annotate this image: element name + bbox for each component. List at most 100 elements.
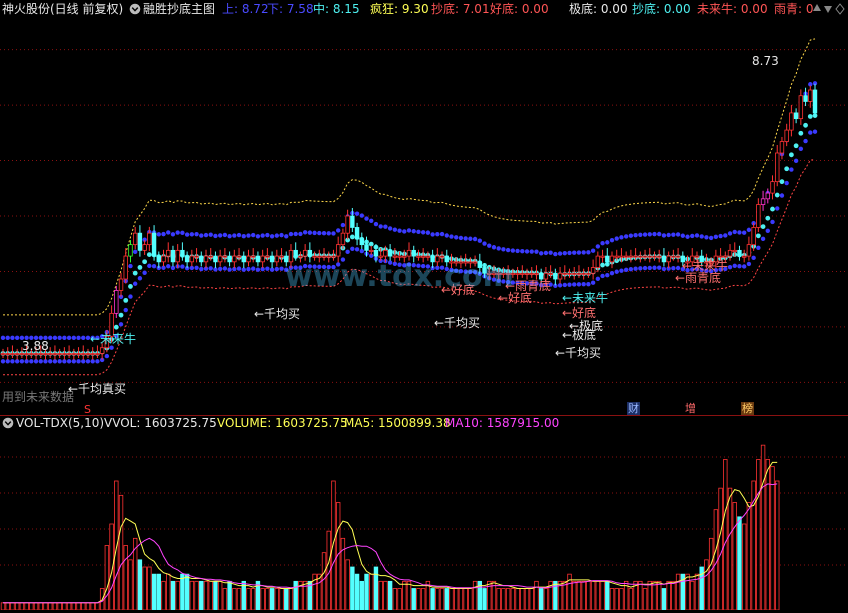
stock-title[interactable]: 神火股份(日线 前复权)	[2, 2, 123, 16]
candlestick-chart[interactable]	[0, 18, 848, 414]
volume-bar	[657, 580, 662, 611]
lower-band-dot	[652, 265, 657, 270]
upper-band-dot	[236, 232, 242, 238]
upper-band-dot	[529, 249, 534, 254]
upper-band-dot	[430, 232, 435, 237]
upper-band-dot	[647, 232, 652, 237]
upper-band-dot	[548, 250, 553, 255]
volume-bar	[236, 588, 242, 611]
main-chart-area[interactable]: 8.73 3.88 用到未来数据 ←千均真买 ←未来牛 ←千均买 ←千均买 ←好…	[0, 18, 848, 416]
volume-bar	[468, 588, 473, 611]
candle-body	[765, 192, 770, 200]
middle-band-dot	[132, 270, 138, 276]
up-arrow-icon[interactable]	[812, 3, 822, 18]
candle-body	[628, 255, 634, 258]
upper-band-dot	[718, 233, 723, 239]
volume-bar	[586, 580, 591, 611]
volume-bar	[232, 588, 237, 611]
volume-bar	[671, 580, 676, 611]
volume-bar	[90, 602, 95, 611]
volume-bar	[605, 580, 610, 611]
upper-band-dot	[477, 238, 483, 243]
tag-bang[interactable]: 榜	[741, 402, 754, 415]
upper-band-dot	[524, 249, 530, 254]
lower-band-dot	[279, 266, 284, 271]
lower-band-dot	[661, 266, 667, 272]
upper-band-dot	[128, 263, 133, 269]
candle-body	[175, 249, 180, 263]
upper-band-dot	[628, 233, 634, 238]
volume-bar	[48, 602, 53, 611]
upper-band-dot	[161, 231, 166, 237]
candle-body	[326, 255, 331, 258]
upper-band-dot	[279, 232, 284, 238]
lower-band-dot	[756, 245, 761, 250]
candle-body	[623, 255, 629, 258]
candle-body	[213, 255, 218, 263]
candle-body	[572, 272, 577, 275]
volume-bar	[775, 480, 780, 611]
volume-bar	[350, 566, 355, 611]
upper-band-dot	[576, 250, 582, 255]
volume-bar	[609, 588, 615, 611]
lower-band-dot	[85, 359, 91, 364]
lower-band-dot	[345, 249, 350, 255]
volume-chart[interactable]	[0, 430, 848, 611]
upper-band-dot	[496, 246, 501, 251]
volume-bar	[321, 552, 327, 611]
upper-band-dot	[166, 230, 171, 235]
upper-band-dot	[633, 232, 638, 238]
candle-body	[156, 255, 161, 263]
signal-future-bull: ←未来牛	[90, 332, 137, 346]
upper-band-dot	[501, 247, 506, 252]
down-arrow-icon[interactable]	[823, 3, 833, 18]
signal-future-bull: ←未来牛	[562, 291, 609, 305]
upper-band-dot	[652, 231, 657, 237]
lower-band-dot	[208, 266, 213, 271]
upper-band-dot	[5, 335, 10, 341]
volume-bar	[723, 459, 728, 611]
candle-body	[81, 353, 86, 356]
upper-band-dot	[671, 232, 676, 237]
candle-body	[85, 353, 91, 356]
volume-chart-area[interactable]	[0, 430, 848, 611]
volume-bar	[10, 602, 15, 611]
middle-band-dot	[349, 234, 355, 240]
upper-band-dot	[274, 233, 280, 238]
tag-zeng[interactable]: 增	[684, 402, 697, 415]
candle-body	[397, 255, 402, 258]
candle-body	[378, 255, 383, 258]
tag-cai[interactable]: 财	[627, 402, 640, 415]
chevron-down-icon[interactable]	[129, 3, 141, 18]
upper-band-dot	[265, 232, 270, 238]
volume-indicator-name[interactable]: VOL-TDX(5,10)	[16, 416, 104, 430]
candle-body	[170, 249, 176, 263]
candle-body	[741, 255, 747, 258]
volume-bar	[392, 588, 398, 611]
candle-body	[756, 204, 761, 228]
candle-body	[732, 249, 737, 252]
volume-bar	[29, 602, 34, 611]
volume-bar	[538, 588, 544, 611]
upper-band-dot	[737, 230, 742, 235]
upper-band-dot	[213, 233, 218, 239]
middle-band-dot	[784, 166, 790, 172]
upper-band-dot	[217, 233, 223, 238]
volume-bar	[420, 588, 426, 611]
candle-body	[737, 249, 742, 257]
watermark: www.tdx.com	[285, 259, 514, 294]
upper-band-dot	[685, 234, 690, 239]
candle-body	[246, 255, 251, 263]
middle-band-dot	[774, 192, 780, 198]
candle-body	[647, 255, 652, 258]
lower-band-dot	[572, 282, 577, 287]
upper-band-dot	[732, 229, 737, 235]
volume-bar	[166, 573, 171, 611]
volume-bar	[62, 602, 67, 611]
volume-bar	[562, 580, 567, 611]
volume-value: VOLUME: 1603725.75	[217, 416, 348, 430]
diamond-icon[interactable]	[835, 3, 845, 18]
volume-bar	[435, 588, 440, 611]
indicator-name[interactable]: 融胜抄底主图	[143, 2, 215, 16]
upper-band-dot	[463, 236, 468, 241]
